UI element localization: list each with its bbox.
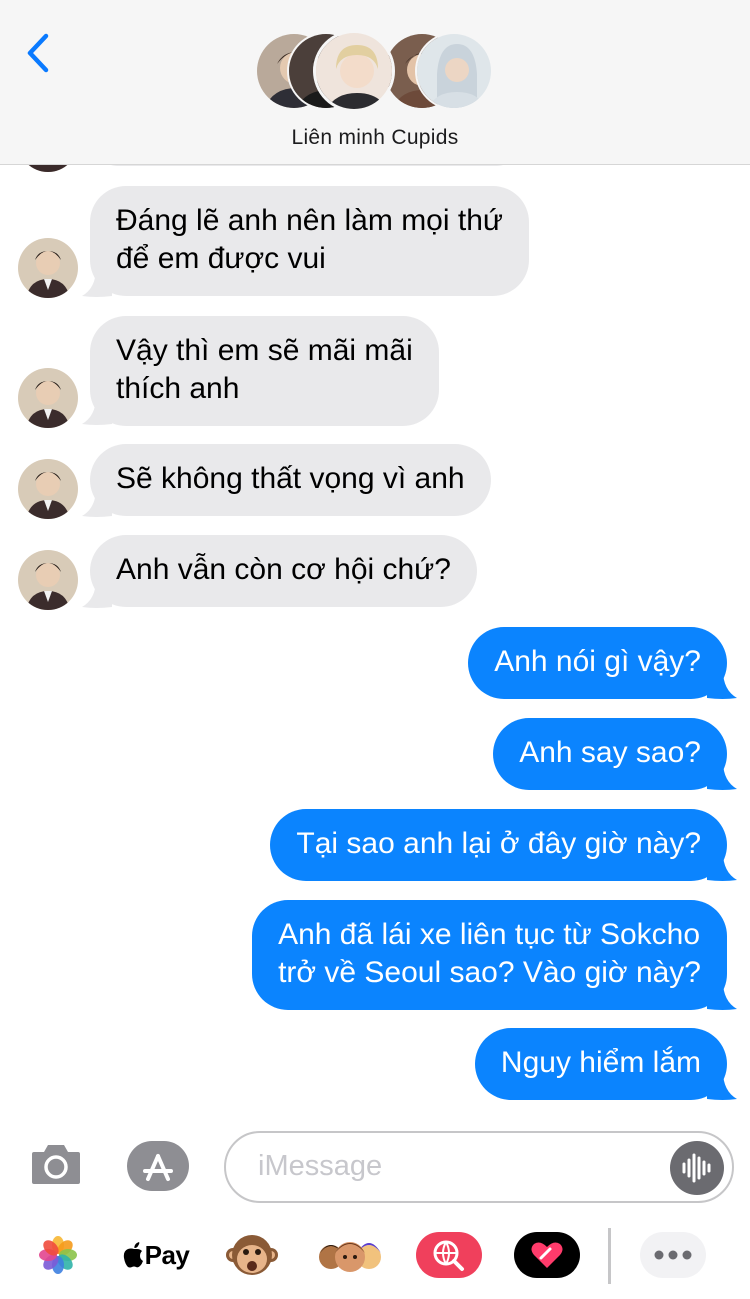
message-bubble-incoming[interactable]: Sẽ không thất vọng vì anh — [90, 444, 491, 516]
voice-message-button[interactable] — [670, 1141, 724, 1195]
message-text-line: Nguy hiểm lắm — [500, 1046, 701, 1079]
sender-avatar[interactable] — [18, 459, 78, 519]
digital-touch-app-button[interactable] — [514, 1222, 580, 1288]
app-store-icon — [127, 1141, 189, 1191]
message-bubble-outgoing[interactable]: Anh nói gì vậy? — [468, 627, 727, 699]
app-store-button[interactable] — [127, 1141, 189, 1191]
back-button[interactable] — [22, 30, 56, 76]
sender-avatar[interactable] — [18, 238, 78, 298]
message-text-line: Đáng lẽ anh nên làm mọi thứ — [116, 204, 503, 237]
message-text-line: Tại sao anh lại ở đây giờ này? — [296, 827, 701, 860]
more-apps-button[interactable] — [640, 1222, 706, 1288]
message-bubble-outgoing[interactable]: Anh say sao? — [493, 718, 727, 790]
bubble-tail — [82, 268, 112, 297]
message-input[interactable]: iMessage — [224, 1131, 734, 1203]
message-thread: Đáng lẽ anh nên làm mọi thứ để em được v… — [0, 0, 750, 1120]
apple-pay-app-button[interactable]: Pay — [116, 1222, 196, 1288]
chevron-left-icon — [27, 33, 49, 73]
message-text-line: trở về Seoul sao? Vào giờ này? — [278, 956, 701, 989]
message-text-line: thích anh — [116, 372, 240, 405]
more-icon — [640, 1232, 706, 1278]
sender-avatar[interactable] — [18, 368, 78, 428]
message-text-line: Anh vẫn còn cơ hội chứ? — [116, 553, 451, 586]
group-avatar-stack[interactable] — [255, 30, 500, 112]
bubble-tail — [707, 1071, 737, 1100]
memoji-app-button[interactable] — [316, 1222, 386, 1288]
member-avatar — [415, 32, 493, 110]
app-drawer: Pay — [0, 1222, 750, 1288]
apple-pay-label: Pay — [144, 1239, 190, 1270]
globe-search-icon — [416, 1232, 482, 1278]
message-text-line: Vậy thì em sẽ mãi mãi — [116, 334, 413, 367]
message-text-line: Sẽ không thất vọng vì anh — [116, 462, 465, 495]
drawer-divider — [608, 1228, 611, 1284]
group-name[interactable]: Liên minh Cupids — [0, 126, 750, 150]
message-input-placeholder: iMessage — [258, 1150, 383, 1182]
member-avatar — [313, 30, 395, 112]
camera-button[interactable] — [30, 1142, 82, 1186]
sender-avatar[interactable] — [18, 550, 78, 610]
bubble-tail — [707, 852, 737, 881]
memoji-stickers-icon — [319, 1242, 381, 1272]
bubble-tail — [707, 761, 737, 790]
conversation-header: Liên minh Cupids — [0, 0, 750, 165]
audio-waveform-icon — [682, 1153, 711, 1183]
photos-app-button[interactable] — [28, 1222, 88, 1288]
message-bubble-outgoing[interactable]: Tại sao anh lại ở đây giờ này? — [270, 809, 727, 881]
message-text-line: để em được vui — [116, 242, 326, 275]
message-bubble-incoming[interactable]: Vậy thì em sẽ mãi mãi thích anh — [90, 316, 439, 426]
bubble-tail — [707, 670, 737, 699]
message-bubble-incoming[interactable]: Đáng lẽ anh nên làm mọi thứ để em được v… — [90, 186, 529, 296]
digital-touch-heart-icon — [514, 1232, 580, 1278]
bubble-tail — [82, 579, 112, 608]
photos-icon — [39, 1236, 77, 1274]
apple-logo-icon — [123, 1242, 143, 1268]
message-bubble-outgoing[interactable]: Anh đã lái xe liên tục từ Sokcho trở về … — [252, 900, 727, 1010]
bubble-tail — [707, 981, 737, 1010]
monkey-animoji-icon — [226, 1235, 278, 1275]
message-bubble-outgoing[interactable]: Nguy hiểm lắm — [474, 1028, 727, 1100]
web-images-app-button[interactable] — [416, 1222, 482, 1288]
message-text-line: Anh nói gì vậy? — [494, 645, 701, 678]
bubble-tail — [82, 488, 112, 517]
message-text-line: Anh đã lái xe liên tục từ Sokcho — [278, 918, 701, 951]
animoji-app-button[interactable] — [224, 1222, 280, 1288]
bubble-tail — [82, 396, 112, 425]
message-bubble-incoming[interactable]: Anh vẫn còn cơ hội chứ? — [90, 535, 477, 607]
message-text-line: Anh say sao? — [519, 736, 701, 769]
camera-icon — [32, 1145, 80, 1184]
